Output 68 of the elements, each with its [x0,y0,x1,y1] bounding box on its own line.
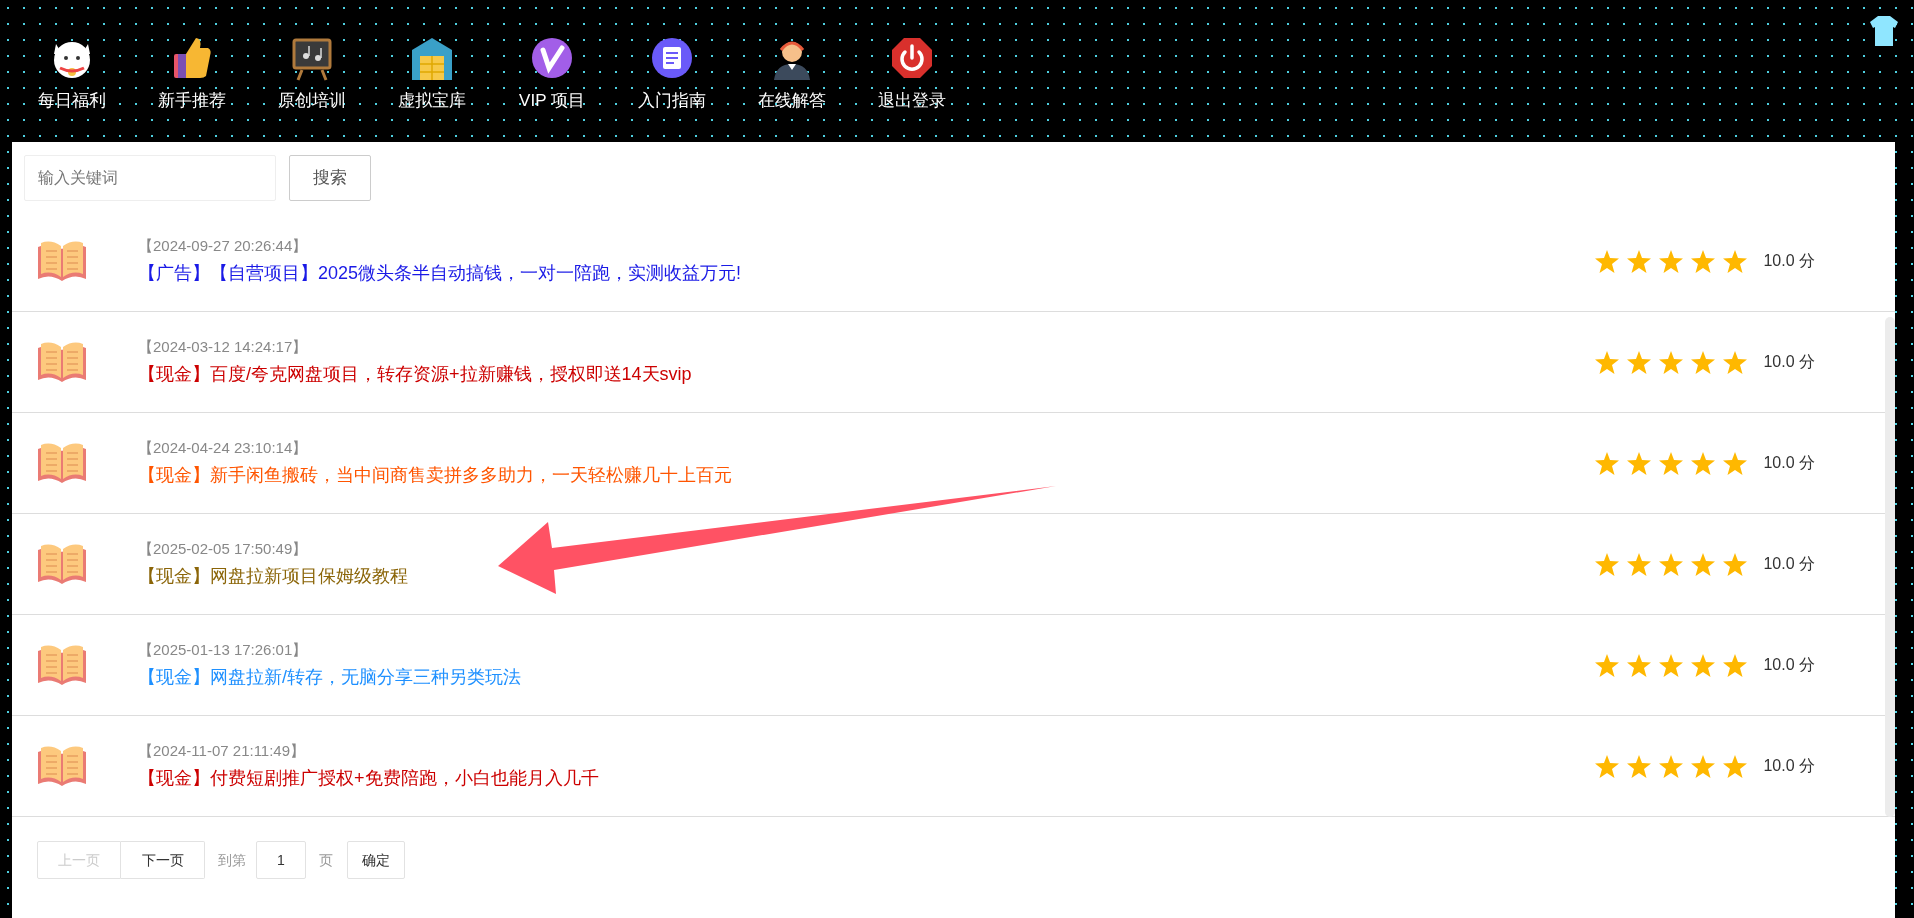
star-icon [1691,249,1716,273]
nav-item[interactable]: 每日福利 [12,34,132,114]
next-page-button[interactable]: 下一页 [121,841,205,879]
star-icon [1691,754,1716,778]
nav-item[interactable]: 原创培训 [252,34,372,114]
nav-item[interactable]: 在线解答 [732,34,852,114]
article-title[interactable]: 【现金】网盘拉新项目保姆级教程 [138,562,408,590]
star-icon [1659,754,1684,778]
star-icon [1595,552,1620,576]
nav-item[interactable]: VIP 项目 [492,34,612,114]
rating-score: 10.0 分 [1763,655,1815,675]
article-title[interactable]: 【现金】百度/夸克网盘项目，转存资源+拉新赚钱，授权即送14天svip [138,360,692,388]
search-field[interactable]: 输入关键词 [24,155,276,201]
star-icon [1595,653,1620,677]
star-icon [1659,350,1684,374]
book-icon [36,744,88,788]
article-title[interactable]: 【现金】付费短剧推广授权+免费陪跑，小白也能月入几千 [138,764,599,792]
rating-score: 10.0 分 [1763,453,1815,473]
star-icon [1659,249,1684,273]
star-icon [1723,451,1748,475]
book-icon [36,340,88,384]
star-icon [1659,653,1684,677]
nav-item[interactable]: 退出登录 [852,34,972,114]
star-icon [1627,653,1652,677]
rating-score: 10.0 分 [1763,756,1815,776]
star-icon [1595,754,1620,778]
star-icon [1627,754,1652,778]
book-icon [36,441,88,485]
star-icon [1723,249,1748,273]
star-icon [1595,451,1620,475]
article-date: 【2024-09-27 20:26:44】 [138,236,309,257]
shirt-icon[interactable] [1868,16,1900,46]
star-icon [1691,451,1716,475]
star-icon [1595,249,1620,273]
goto-label: 到第 [218,850,246,870]
star-icon [1659,552,1684,576]
nav-item[interactable]: 入门指南 [612,34,732,114]
page-input[interactable]: 1 [256,841,306,879]
article-date: 【2024-11-07 21:11:49】 [138,741,307,762]
star-icon [1627,552,1652,576]
star-icon [1691,350,1716,374]
book-icon [36,643,88,687]
rating-score: 10.0 分 [1763,251,1815,271]
nav-item[interactable]: 虚拟宝库 [372,34,492,114]
star-icon [1627,451,1652,475]
star-icon [1723,350,1748,374]
star-icon [1691,552,1716,576]
search-button[interactable]: 搜索 [289,155,371,201]
star-icon [1691,653,1716,677]
star-icon [1723,653,1748,677]
nav-item[interactable]: 新手推荐 [132,34,252,114]
star-icon [1627,350,1652,374]
star-icon [1627,249,1652,273]
star-icon [1595,350,1620,374]
page-suffix: 页 [319,850,333,870]
article-date: 【2025-01-13 17:26:01】 [138,640,309,661]
article-title[interactable]: 【广告】【自营项目】2025微头条半自动搞钱，一对一陪跑，实测收益万元! [138,259,742,287]
rating-score: 10.0 分 [1763,554,1815,574]
article-date: 【2025-02-05 17:50:49】 [138,539,309,560]
rating-score: 10.0 分 [1763,352,1815,372]
article-date: 【2024-04-24 23:10:14】 [138,438,309,459]
star-icon [1723,754,1748,778]
book-icon [36,542,88,586]
star-icon [1723,552,1748,576]
book-icon [36,239,88,283]
star-icon [1659,451,1684,475]
article-date: 【2024-03-12 14:24:17】 [138,337,309,358]
confirm-button[interactable]: 确定 [347,841,405,879]
